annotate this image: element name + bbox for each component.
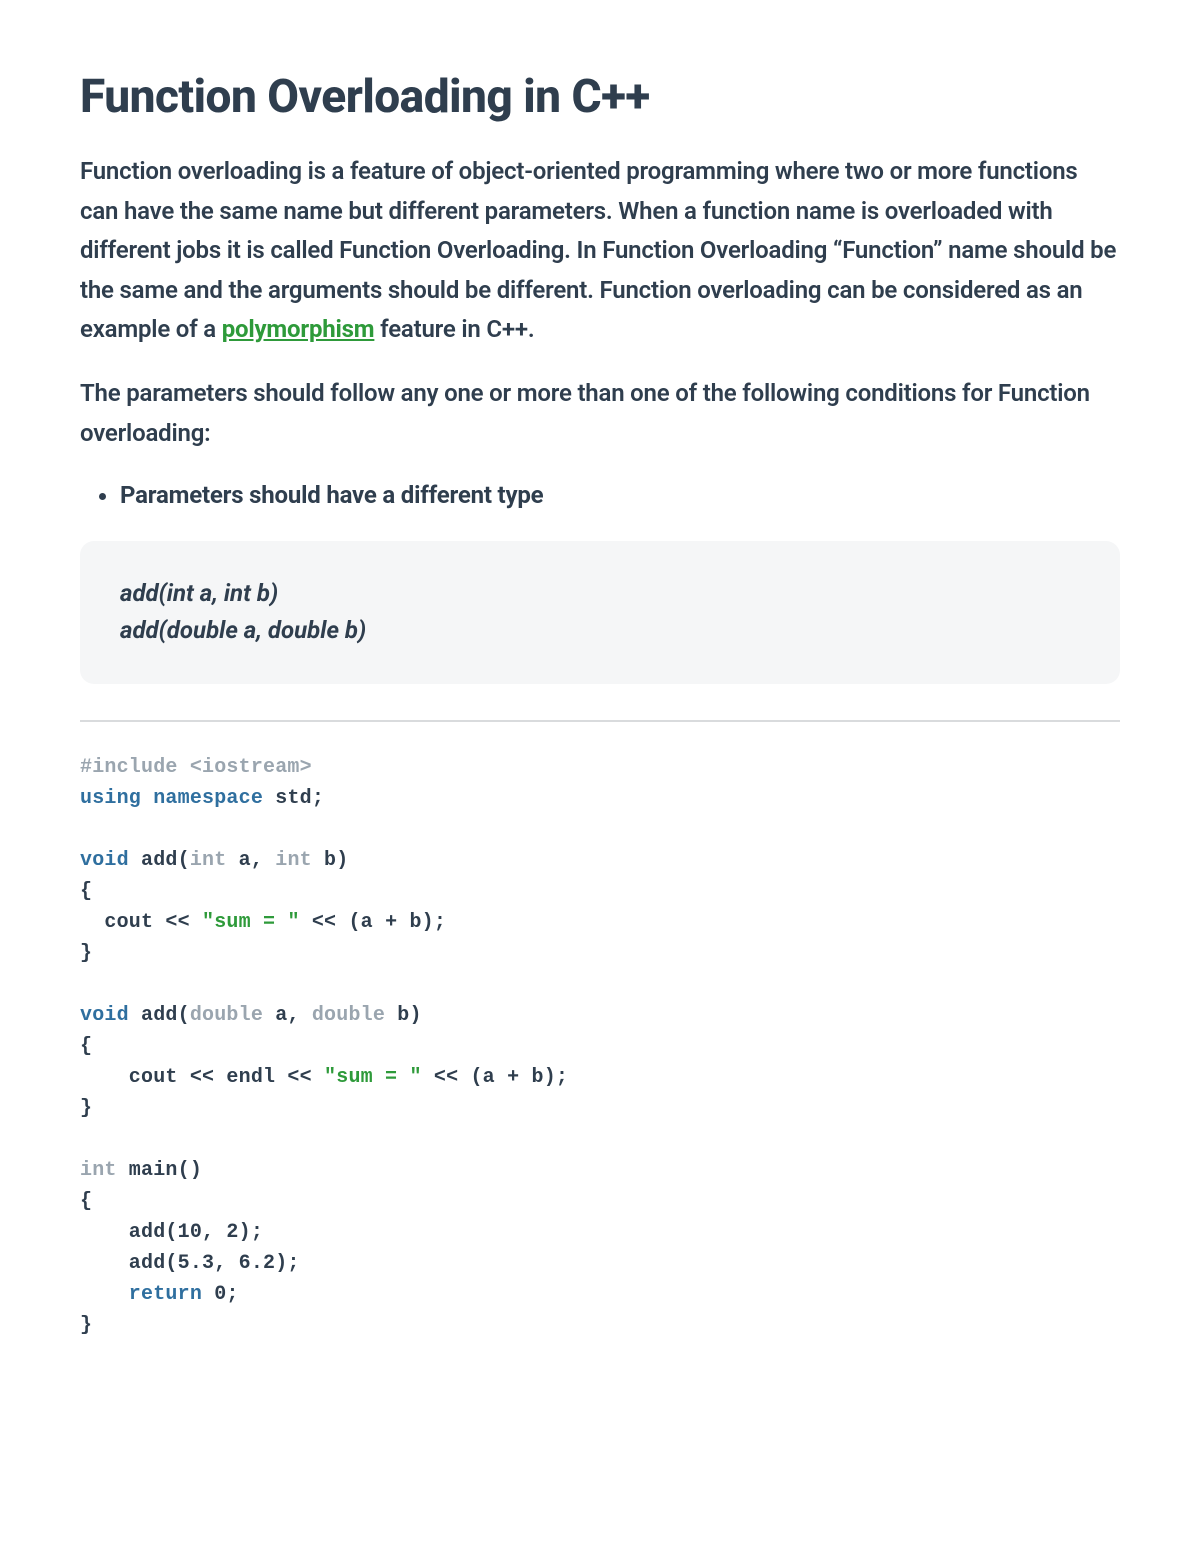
code-keyword: void bbox=[80, 1004, 129, 1027]
code-text: } bbox=[80, 942, 92, 965]
example-box: add(int a, int b) add(double a, double b… bbox=[80, 541, 1120, 683]
page-title: Function Overloading in C++ bbox=[80, 70, 1120, 124]
code-text: << (a + b); bbox=[422, 1066, 568, 1089]
code-keyword: void bbox=[80, 849, 129, 872]
example-line: add(double a, double b) bbox=[120, 612, 1080, 649]
code-keyword: namespace bbox=[153, 787, 263, 810]
code-text: a, bbox=[226, 849, 275, 872]
code-text: std; bbox=[263, 787, 324, 810]
intro-text-post: feature in C++. bbox=[374, 315, 534, 343]
article: Function Overloading in C++ Function ove… bbox=[0, 0, 1200, 1381]
code-type: int bbox=[190, 849, 227, 872]
code-keyword: using bbox=[80, 787, 141, 810]
code-include: #include <iostream> bbox=[80, 756, 312, 779]
code-text: 0; bbox=[202, 1283, 239, 1306]
conditions-list: Parameters should have a different type bbox=[80, 477, 1120, 513]
polymorphism-link[interactable]: polymorphism bbox=[222, 315, 375, 343]
code-text: add( bbox=[129, 1004, 190, 1027]
code-text: b) bbox=[385, 1004, 422, 1027]
code-text: { bbox=[80, 1190, 92, 1213]
code-block: #include <iostream> using namespace std;… bbox=[80, 752, 1120, 1341]
condition-item: Parameters should have a different type bbox=[120, 477, 1120, 513]
example-line: add(int a, int b) bbox=[120, 575, 1080, 612]
code-text: cout << endl << bbox=[80, 1066, 324, 1089]
separator bbox=[80, 720, 1120, 722]
conditions-paragraph: The parameters should follow any one or … bbox=[80, 374, 1120, 453]
code-text: add(10, 2); bbox=[80, 1221, 263, 1244]
code-text: a, bbox=[263, 1004, 312, 1027]
code-type: double bbox=[190, 1004, 263, 1027]
code-text: { bbox=[80, 1035, 92, 1058]
code-type: int bbox=[275, 849, 312, 872]
code-string: "sum = " bbox=[324, 1066, 422, 1089]
code-text: } bbox=[80, 1314, 92, 1337]
code-type: double bbox=[312, 1004, 385, 1027]
code-keyword: return bbox=[80, 1283, 202, 1306]
code-text: add(5.3, 6.2); bbox=[80, 1252, 300, 1275]
code-type: int bbox=[80, 1159, 117, 1182]
code-text: b) bbox=[312, 849, 349, 872]
code-string: "sum = " bbox=[202, 911, 300, 934]
code-text: << (a + b); bbox=[300, 911, 446, 934]
code-text: } bbox=[80, 1097, 92, 1120]
code-text: add( bbox=[129, 849, 190, 872]
intro-paragraph: Function overloading is a feature of obj… bbox=[80, 152, 1120, 350]
code-text: main() bbox=[117, 1159, 202, 1182]
code-text: { bbox=[80, 880, 92, 903]
code-text: cout << bbox=[80, 911, 202, 934]
